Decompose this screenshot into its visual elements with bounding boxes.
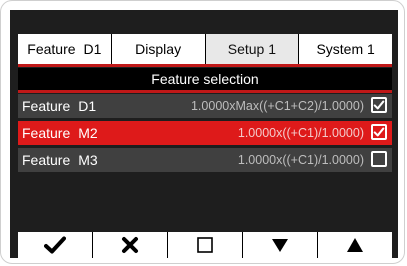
tab-label: System 1 bbox=[316, 41, 375, 57]
section-underline bbox=[18, 90, 392, 93]
row-label-num: M3 bbox=[78, 152, 98, 168]
toggle-checkbox-button[interactable] bbox=[168, 232, 243, 258]
tab-label: Setup 1 bbox=[227, 41, 276, 57]
row-checkbox[interactable] bbox=[371, 151, 387, 167]
bottom-toolbar bbox=[18, 232, 392, 258]
tab-display[interactable]: Display bbox=[111, 34, 206, 64]
row-checkbox[interactable] bbox=[371, 124, 387, 140]
row-formula: 1.0000x((+C1)/1.0000) bbox=[237, 153, 364, 167]
confirm-button[interactable] bbox=[18, 232, 93, 258]
tab-label: Display bbox=[135, 41, 182, 57]
tab-suffix: D1 bbox=[83, 41, 102, 57]
check-icon bbox=[373, 127, 385, 137]
row-label: Feature D1 bbox=[22, 98, 96, 114]
tab-underline bbox=[18, 64, 392, 67]
row-checkbox[interactable] bbox=[371, 97, 387, 113]
row-label-num: M2 bbox=[78, 125, 98, 141]
move-down-button[interactable] bbox=[243, 232, 318, 258]
move-up-button[interactable] bbox=[318, 232, 392, 258]
up-triangle-icon bbox=[347, 238, 363, 252]
row-formula: 1.0000xMax((+C1+C2)/1.0000) bbox=[190, 99, 364, 113]
tab-label: Feature bbox=[27, 41, 76, 57]
row-label-num: D1 bbox=[78, 98, 97, 114]
row-label-text: Feature bbox=[22, 98, 71, 114]
check-icon bbox=[373, 100, 385, 110]
row-label-text: Feature bbox=[22, 125, 71, 141]
square-icon bbox=[197, 237, 213, 253]
display-screen: Feature D1 Display Setup 1 System 1 Featu… bbox=[10, 10, 398, 258]
list-item-feature-m3[interactable]: Feature M3 1.0000x((+C1)/1.0000) bbox=[18, 148, 392, 172]
tab-feature-d1[interactable]: Feature D1 bbox=[18, 34, 112, 64]
tab-bar: Feature D1 Display Setup 1 System 1 bbox=[18, 34, 392, 64]
row-label-text: Feature bbox=[22, 152, 71, 168]
down-triangle-icon bbox=[272, 239, 288, 252]
tab-system-1[interactable]: System 1 bbox=[299, 34, 392, 64]
row-formula: 1.0000x((+C1)/1.0000) bbox=[237, 126, 364, 140]
list-item-feature-d1[interactable]: Feature D1 1.0000xMax((+C1+C2)/1.0000) bbox=[18, 94, 392, 118]
row-label: Feature M2 bbox=[22, 125, 98, 141]
device-frame: Feature D1 Display Setup 1 System 1 Featu… bbox=[0, 0, 405, 264]
cancel-button[interactable] bbox=[93, 232, 168, 258]
row-label: Feature M3 bbox=[22, 152, 98, 168]
list-item-feature-m2[interactable]: Feature M2 1.0000x((+C1)/1.0000) bbox=[18, 121, 392, 145]
cross-icon bbox=[122, 237, 138, 253]
check-icon bbox=[44, 236, 66, 254]
tab-setup-1[interactable]: Setup 1 bbox=[205, 34, 300, 64]
feature-list: Feature D1 1.0000xMax((+C1+C2)/1.0000) Fe… bbox=[18, 94, 392, 175]
section-title: Feature selection bbox=[18, 68, 392, 90]
